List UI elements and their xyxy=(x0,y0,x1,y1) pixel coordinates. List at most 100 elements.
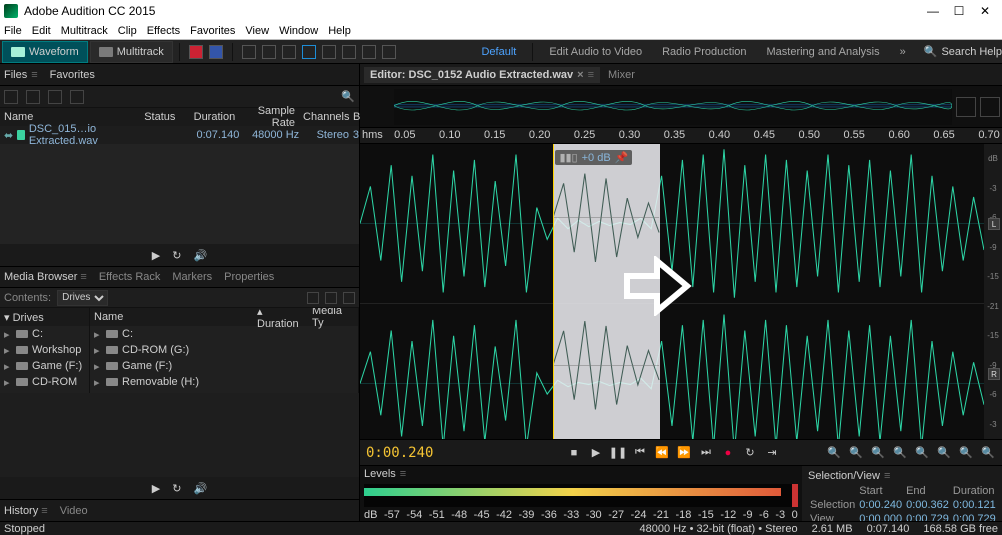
marquee-tool-icon[interactable] xyxy=(322,45,336,59)
record-button[interactable]: ● xyxy=(720,445,736,461)
brush-tool-icon[interactable] xyxy=(362,45,376,59)
col-mediatype[interactable]: Media Ty xyxy=(308,308,358,329)
editor-tab[interactable]: Editor: DSC_0152 Audio Extracted.wav×≡ xyxy=(364,67,600,83)
tab-history[interactable]: History ≡ xyxy=(4,505,48,517)
level-meter[interactable] xyxy=(364,484,798,507)
menu-view[interactable]: View xyxy=(245,25,269,37)
drive-item[interactable]: ▸Game (F:) xyxy=(0,358,89,374)
file-list-item[interactable]: ⬌DSC_015…io Extracted.wav 0:07.140 48000… xyxy=(0,126,359,144)
menu-effects[interactable]: Effects xyxy=(147,25,180,37)
nav-forward-icon[interactable] xyxy=(325,292,337,304)
channel-right-label[interactable]: R xyxy=(988,368,1000,380)
zoom-in-amp-button[interactable]: 🔍 xyxy=(870,445,886,461)
rewind-button[interactable]: ⏪ xyxy=(654,445,670,461)
workspace-more-button[interactable]: » xyxy=(900,46,906,58)
waveform-view-button[interactable]: Waveform xyxy=(2,41,88,63)
list-item[interactable]: ▸CD-ROM (G:) xyxy=(90,342,358,358)
selection-duration[interactable]: 0:00.121 xyxy=(951,498,998,512)
menu-help[interactable]: Help xyxy=(328,25,351,37)
selection-start[interactable]: 0:00.240 xyxy=(857,498,904,512)
menu-window[interactable]: Window xyxy=(279,25,318,37)
col-bitdepth[interactable]: Bi xyxy=(349,111,359,123)
pause-button[interactable]: ❚❚ xyxy=(610,445,626,461)
show-spectral-icon[interactable] xyxy=(956,97,976,117)
workspace-mastering[interactable]: Mastering and Analysis xyxy=(767,46,880,58)
overview-nav-icon[interactable] xyxy=(378,99,394,115)
search-help[interactable]: 🔍 Search Help xyxy=(924,45,1002,58)
workspace-edit-audio-to-video[interactable]: Edit Audio to Video xyxy=(549,46,642,58)
multitrack-view-button[interactable]: Multitrack xyxy=(90,41,173,63)
col-channels[interactable]: Channels xyxy=(299,111,349,123)
mixer-tab[interactable]: Mixer xyxy=(608,69,635,81)
media-autoplay-button[interactable]: 🔊 xyxy=(193,482,207,495)
open-file-icon[interactable] xyxy=(4,90,18,104)
tab-video[interactable]: Video xyxy=(60,505,88,517)
waveform-channel-right[interactable] xyxy=(360,304,984,439)
import-file-icon[interactable] xyxy=(26,90,40,104)
col-duration[interactable]: ▴ Duration xyxy=(253,308,308,330)
tab-favorites[interactable]: Favorites xyxy=(50,69,95,81)
show-hud-icon[interactable] xyxy=(980,97,1000,117)
contents-dropdown[interactable]: Drives xyxy=(57,290,108,306)
tab-markers[interactable]: Markers xyxy=(172,271,212,283)
col-duration[interactable]: Duration xyxy=(179,111,239,123)
list-item[interactable]: ▸Removable (H:) xyxy=(90,374,358,390)
spot-heal-tool-icon[interactable] xyxy=(382,45,396,59)
lasso-tool-icon[interactable] xyxy=(342,45,356,59)
drive-item[interactable]: ▸Workshop xyxy=(0,342,89,358)
close-button[interactable]: ✕ xyxy=(972,2,998,20)
files-autoplay-button[interactable]: 🔊 xyxy=(193,249,207,262)
col-name[interactable]: Name xyxy=(90,311,253,323)
tab-properties[interactable]: Properties xyxy=(224,271,274,283)
play-button[interactable]: ▶ xyxy=(588,445,604,461)
time-ruler[interactable]: hms 0.05 0.10 0.15 0.20 0.25 0.30 0.35 0… xyxy=(360,128,1002,144)
col-name[interactable]: Name xyxy=(0,111,135,123)
menu-multitrack[interactable]: Multitrack xyxy=(61,25,108,37)
minimize-button[interactable]: — xyxy=(920,2,946,20)
waveform-editor[interactable]: hms 0.05 0.10 0.15 0.20 0.25 0.30 0.35 0… xyxy=(360,128,1002,439)
channel-left-label[interactable]: L xyxy=(988,218,1000,230)
col-status[interactable]: Status xyxy=(135,111,180,123)
close-tab-icon[interactable]: × xyxy=(577,69,583,81)
nav-back-icon[interactable] xyxy=(307,292,319,304)
stop-button[interactable]: ■ xyxy=(566,445,582,461)
slip-tool-icon[interactable] xyxy=(282,45,296,59)
spectral-pitch-icon[interactable] xyxy=(209,45,223,59)
files-loop-button[interactable]: ↻ xyxy=(172,249,181,262)
zoom-in-time-button[interactable]: 🔍 xyxy=(826,445,842,461)
list-item[interactable]: ▸Game (F:) xyxy=(90,358,358,374)
selection-end[interactable]: 0:00.362 xyxy=(904,498,951,512)
razor-tool-icon[interactable] xyxy=(262,45,276,59)
move-tool-icon[interactable] xyxy=(242,45,256,59)
drive-item[interactable]: ▸C: xyxy=(0,326,89,342)
zoom-selection-button[interactable]: 🔍 xyxy=(936,445,952,461)
playhead[interactable] xyxy=(553,144,554,439)
media-loop-button[interactable]: ↻ xyxy=(172,482,181,495)
gain-value[interactable]: +0 dB xyxy=(582,152,611,164)
tab-effects-rack[interactable]: Effects Rack xyxy=(99,271,161,283)
close-file-icon[interactable] xyxy=(70,90,84,104)
time-selection[interactable]: ▮▮▯ +0 dB 📌 xyxy=(553,144,659,439)
menu-edit[interactable]: Edit xyxy=(32,25,51,37)
search-files-icon[interactable]: 🔍 xyxy=(341,90,355,103)
workspace-default[interactable]: Default xyxy=(481,46,516,58)
menu-file[interactable]: File xyxy=(4,25,22,37)
insert-into-multitrack-icon[interactable] xyxy=(48,90,62,104)
go-to-end-button[interactable]: ⏭ xyxy=(698,445,714,461)
zoom-in-point-button[interactable]: 🔍 xyxy=(958,445,974,461)
tab-media-browser[interactable]: Media Browser ≡ xyxy=(4,271,87,283)
maximize-button[interactable]: ☐ xyxy=(946,2,972,20)
zoom-full-button[interactable]: 🔍 xyxy=(914,445,930,461)
skip-selection-button[interactable]: ⇥ xyxy=(764,445,780,461)
current-time-display[interactable]: 0:00.240 xyxy=(366,445,433,461)
spectral-frequency-icon[interactable] xyxy=(189,45,203,59)
time-selection-tool-icon[interactable] xyxy=(302,45,316,59)
workspace-radio-production[interactable]: Radio Production xyxy=(662,46,746,58)
pin-icon[interactable]: 📌 xyxy=(615,151,629,164)
media-play-button[interactable]: ▶ xyxy=(152,482,160,495)
gain-hud[interactable]: ▮▮▯ +0 dB 📌 xyxy=(555,150,632,165)
tab-files[interactable]: Files≡ xyxy=(4,69,38,81)
zoom-out-time-button[interactable]: 🔍 xyxy=(848,445,864,461)
drive-item[interactable]: ▸CD-ROM xyxy=(0,374,89,390)
overview-track[interactable] xyxy=(394,89,952,125)
